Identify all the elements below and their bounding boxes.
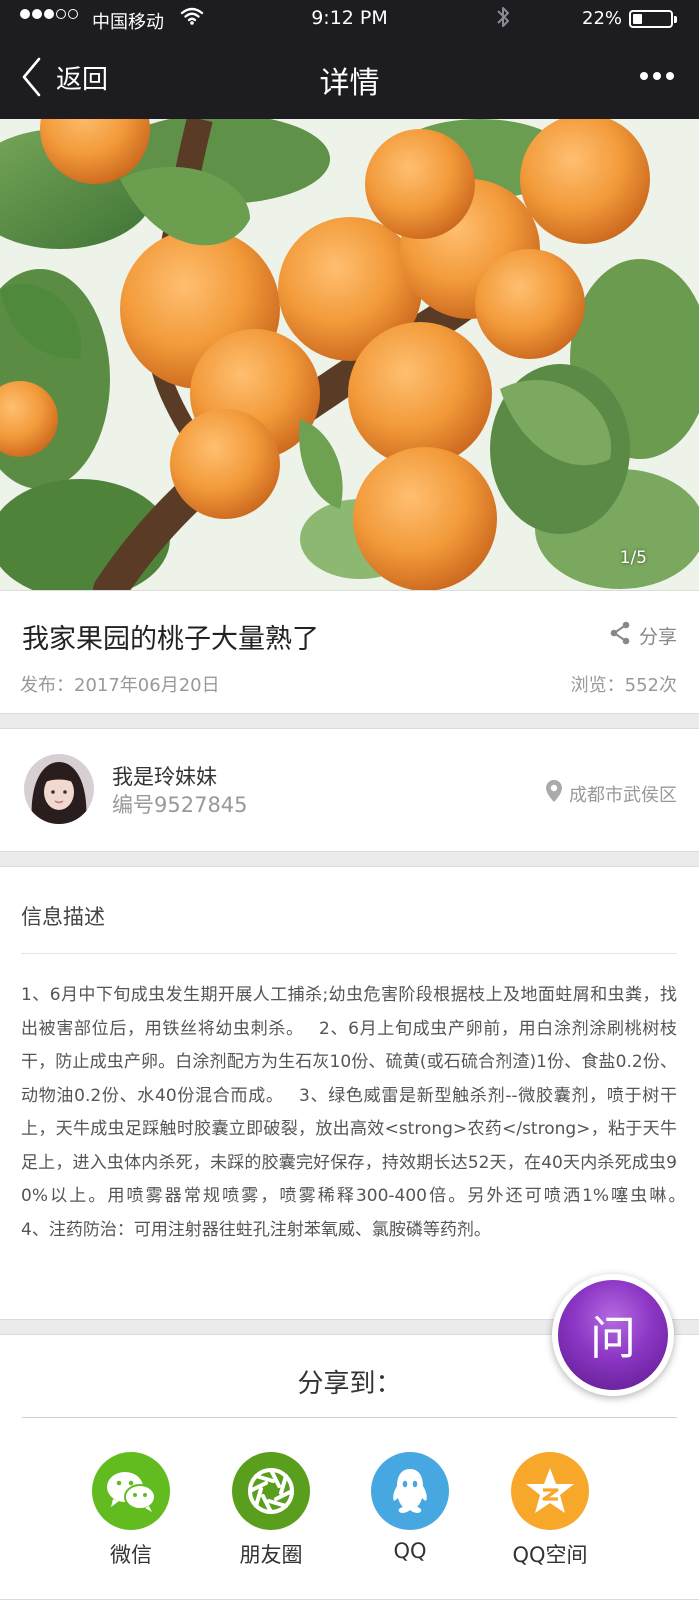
share-wechat-button[interactable]: 微信 <box>71 1452 191 1569</box>
post-title: 我家果园的桃子大量熟了 <box>22 624 319 655</box>
ask-label: 问 <box>558 1280 668 1390</box>
back-label: 返回 <box>56 64 109 95</box>
location-text: 成都市武侯区 <box>569 784 677 806</box>
moments-icon <box>232 1452 310 1530</box>
share-wechat-label: 微信 <box>110 1543 152 1567</box>
description-title: 信息描述 <box>21 905 105 929</box>
image-gallery[interactable]: 1/5 <box>0 119 699 590</box>
wechat-icon <box>92 1452 170 1530</box>
author-id: 编号9527845 <box>112 793 248 817</box>
publish-date: 发布：2017年06月20日 <box>20 675 220 696</box>
description-card: 信息描述 1、6月中下旬成虫发生期开展人工捕杀;幼虫危害阶段根据枝上及地面蛀屑和… <box>0 866 699 1320</box>
gallery-counter: 1/5 <box>619 548 647 568</box>
share-moments-label: 朋友圈 <box>239 1543 303 1567</box>
share-icon <box>609 621 631 650</box>
battery-percent: 22% <box>582 8 623 29</box>
description-body: 1、6月中下旬成虫发生期开展人工捕杀;幼虫危害阶段根据枝上及地面蛀屑和虫粪，找出… <box>21 985 699 1240</box>
author-card[interactable]: 我是玲妹妹 编号9527845 成都市武侯区 <box>0 728 699 852</box>
avatar[interactable] <box>24 754 94 824</box>
view-count: 浏览：552次 <box>570 675 677 696</box>
status-bar: 中国移动 9:12 PM 22% <box>0 0 699 38</box>
share-qq-label: QQ <box>393 1539 427 1563</box>
back-button[interactable]: 返回 <box>20 56 108 98</box>
apricot-photo <box>0 119 699 590</box>
post-header-card: 我家果园的桃子大量熟了 分享 发布：2017年06月20日 浏览：552次 <box>0 590 699 714</box>
share-button[interactable]: 分享 <box>609 621 677 650</box>
share-qzone-label: QQ空间 <box>512 1543 588 1567</box>
qq-icon <box>371 1452 449 1530</box>
share-label: 分享 <box>638 626 677 648</box>
location: 成都市武侯区 <box>545 779 677 808</box>
ask-question-button[interactable]: 问 <box>552 1274 674 1396</box>
bluetooth-icon <box>496 5 510 34</box>
top-bar: 中国移动 9:12 PM 22% 返回 详情 <box>0 0 699 119</box>
detail-screen: 中国移动 9:12 PM 22% 返回 详情 1/5 我家果园的桃子大量熟了 分… <box>0 0 699 1600</box>
share-qq-button[interactable]: QQ <box>350 1452 470 1563</box>
author-name: 我是玲妹妹 <box>112 765 217 789</box>
nav-bar: 返回 详情 <box>0 38 699 119</box>
chevron-left-icon <box>20 56 42 98</box>
divider <box>22 1417 677 1418</box>
share-qzone-button[interactable]: QQ空间 <box>490 1452 610 1569</box>
divider <box>21 953 677 954</box>
more-dots-icon[interactable] <box>640 72 674 80</box>
share-moments-button[interactable]: 朋友圈 <box>211 1452 331 1569</box>
qzone-icon <box>511 1452 589 1530</box>
location-pin-icon <box>545 779 563 808</box>
battery-icon <box>629 10 677 28</box>
